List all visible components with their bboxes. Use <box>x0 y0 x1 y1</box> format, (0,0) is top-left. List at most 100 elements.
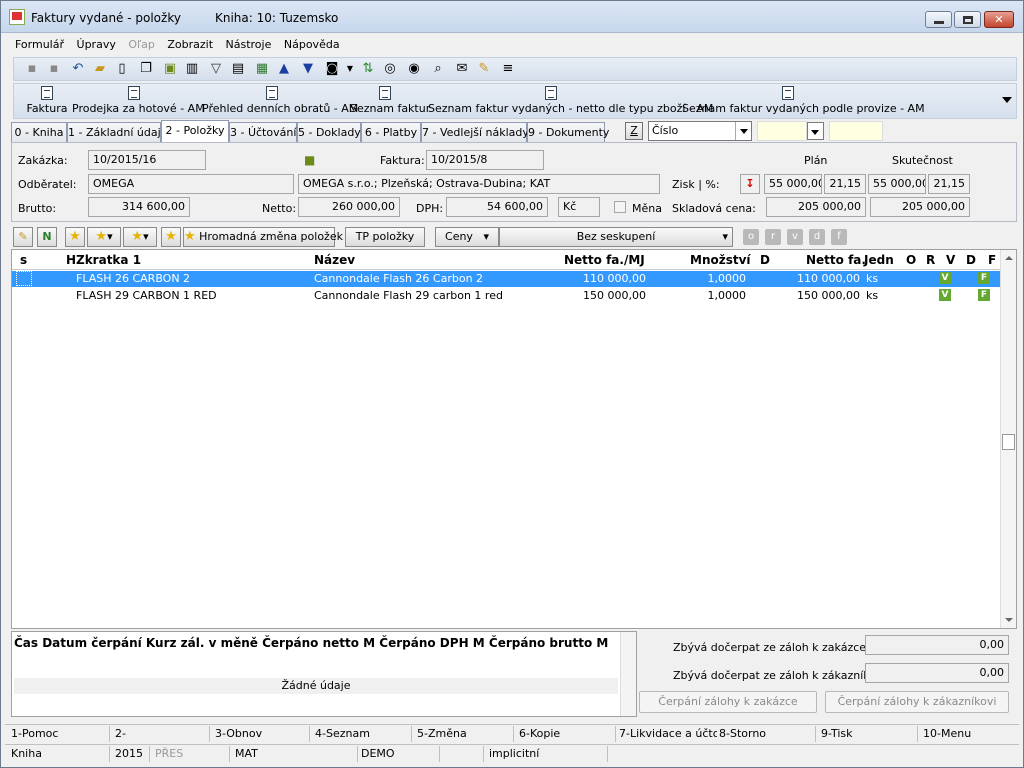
col-netto[interactable]: Netto fa. <box>806 253 866 267</box>
binoculars-icon[interactable]: ◎ <box>382 61 398 77</box>
filter-list-icon[interactable]: ▤ <box>230 61 246 77</box>
tab-polozky[interactable]: 2 - Položky <box>161 120 229 142</box>
menu-nastroje[interactable]: Nástroje <box>226 35 272 55</box>
arrow-up-icon[interactable]: ▲ <box>276 61 292 77</box>
col-v[interactable]: V <box>946 253 955 267</box>
search-input[interactable] <box>757 121 807 141</box>
menu-zobrazit[interactable]: Zobrazit <box>167 35 213 55</box>
edit-icon[interactable]: ✎ <box>13 227 33 247</box>
filter-icon[interactable]: ▽ <box>208 61 224 77</box>
save-icon[interactable]: ▪ <box>24 61 40 77</box>
scroll-down-icon[interactable] <box>1005 618 1013 622</box>
search-input-2[interactable] <box>829 121 883 141</box>
col-mnozstvi[interactable]: Množství <box>690 253 751 267</box>
col-s[interactable]: s <box>20 253 27 267</box>
chevron-down-icon[interactable]: ▼ <box>342 61 358 77</box>
odberatel-detail-field[interactable]: OMEGA s.r.o.; Plzeňská; Ostrava-Dubina; … <box>298 174 660 194</box>
report-provize[interactable]: Seznam faktur vydaných podle provize - A… <box>682 86 925 118</box>
col-f[interactable]: F <box>988 253 996 267</box>
tab-vedlejsi-naklady[interactable]: 7 - Vedlejší náklady <box>421 122 529 142</box>
star-delete-icon[interactable]: ★ <box>161 227 181 247</box>
search-dropdown[interactable] <box>807 122 824 140</box>
lock-icon[interactable]: ▣ <box>162 61 178 77</box>
bulk-change-button[interactable]: ★ Hromadná změna položek <box>183 227 343 247</box>
report-netto-typ-zbozi[interactable]: Seznam faktur vydaných - netto dle typu … <box>428 86 713 118</box>
tab-platby[interactable]: 6 - Platby <box>361 122 421 142</box>
table-row[interactable]: FLASH 26 CARBON 2 Cannondale Flash 26 Ca… <box>12 271 1002 287</box>
fkey-6[interactable]: 6-Kopie <box>519 727 560 740</box>
find-replace-icon[interactable]: ⌕ <box>430 61 446 77</box>
r-icon[interactable]: r <box>765 229 781 245</box>
f-icon[interactable]: f <box>831 229 847 245</box>
open-folder-icon[interactable]: ▰ <box>92 61 108 77</box>
sort-order-button[interactable]: Z <box>625 122 643 140</box>
fkey-2[interactable]: 2- <box>115 727 126 740</box>
cerpani-zakazka-button[interactable]: Čerpání zálohy k zakázce <box>639 691 817 713</box>
mena-checkbox[interactable] <box>614 201 626 213</box>
report-faktura[interactable]: Faktura <box>26 86 68 118</box>
maximize-button[interactable] <box>954 11 981 28</box>
odberatel-field[interactable]: OMEGA <box>88 174 294 194</box>
tab-dokumenty[interactable]: 9 - Dokumenty <box>527 122 609 142</box>
star-icon[interactable]: ★ <box>65 227 85 247</box>
menu-upravy[interactable]: Úpravy <box>77 35 116 55</box>
tp-items-button[interactable]: TP položky <box>345 227 425 247</box>
undo-icon[interactable]: ↶ <box>70 61 86 77</box>
zisk-toggle-icon[interactable]: ↧ <box>740 174 760 194</box>
tab-kniha[interactable]: 0 - Kniha <box>11 122 67 142</box>
col-netto-mj[interactable]: Netto fa./MJ <box>564 253 645 267</box>
prices-button[interactable]: Ceny ▾ <box>435 227 499 247</box>
arrow-down-icon[interactable]: ▼ <box>300 61 316 77</box>
camera-icon[interactable]: ◙ <box>324 61 340 77</box>
scroll-up-icon[interactable] <box>1005 256 1013 260</box>
menu-napoveda[interactable]: Nápověda <box>284 35 340 55</box>
zakazka-field[interactable]: 10/2015/16 <box>88 150 206 170</box>
book-icon[interactable]: ▥ <box>184 61 200 77</box>
col-jedn[interactable]: Jedn <box>864 253 894 267</box>
minimize-button[interactable] <box>925 11 952 28</box>
tab-zakladni-udaje[interactable]: 1 - Základní údaje <box>67 122 167 142</box>
close-button[interactable]: ✕ <box>984 11 1014 28</box>
report-prodejka[interactable]: Prodejka za hotové - AM <box>72 86 205 118</box>
copy-icon[interactable]: ❐ <box>138 61 154 77</box>
fkey-5[interactable]: 5-Změna <box>417 727 467 740</box>
col-nazev[interactable]: Název <box>314 253 355 267</box>
col-h[interactable]: H <box>66 253 76 267</box>
col-zkratka[interactable]: Zkratka 1 <box>76 253 141 267</box>
col-d2[interactable]: D <box>966 253 976 267</box>
new-item-icon[interactable]: N <box>37 227 57 247</box>
col-d[interactable]: D <box>760 253 770 267</box>
fkey-8[interactable]: 8-Storno <box>719 727 766 740</box>
mail-icon[interactable]: ✉ <box>454 61 470 77</box>
table-row[interactable]: FLASH 29 CARBON 1 RED Cannondale Flash 2… <box>12 288 1002 304</box>
menu-formular[interactable]: Formulář <box>15 35 64 55</box>
tab-doklady[interactable]: 5 - Doklady <box>297 122 361 142</box>
sort-field-select[interactable]: Číslo <box>648 121 752 141</box>
notes-icon[interactable]: ✎ <box>476 61 492 77</box>
new-document-icon[interactable]: ▯ <box>114 61 130 77</box>
faktura-field[interactable]: 10/2015/8 <box>426 150 544 170</box>
report-seznam-faktur[interactable]: Seznam faktur <box>350 86 430 118</box>
grid-scrollbar[interactable] <box>1000 250 1016 628</box>
binoculars-next-icon[interactable]: ◉ <box>406 61 422 77</box>
row-selector[interactable] <box>16 271 32 286</box>
stack-icon[interactable]: ▦ <box>254 61 270 77</box>
o-icon[interactable]: o <box>743 229 759 245</box>
report-prehled[interactable]: Přehled denních obratů - AM <box>202 86 358 118</box>
toolbar-overflow-icon[interactable] <box>1002 97 1012 103</box>
v-icon[interactable]: v <box>787 229 803 245</box>
fkey-4[interactable]: 4-Seznam <box>315 727 370 740</box>
d-icon[interactable]: d <box>809 229 825 245</box>
fkey-10[interactable]: 10-Menu <box>923 727 971 740</box>
menu-lines-icon[interactable]: ≡ <box>500 61 516 77</box>
tab-uctovani[interactable]: 3 - Účtování <box>229 122 297 142</box>
fkey-9[interactable]: 9-Tisk <box>821 727 853 740</box>
star-add-icon[interactable]: ★▾ <box>87 227 121 247</box>
col-r[interactable]: R <box>926 253 935 267</box>
fkey-3[interactable]: 3-Obnov <box>215 727 262 740</box>
grouping-select[interactable]: Bez seskupení ▾ <box>499 227 733 247</box>
col-o[interactable]: O <box>906 253 916 267</box>
star-edit-icon[interactable]: ★▾ <box>123 227 157 247</box>
sort-icon[interactable]: ⇅ <box>360 61 376 77</box>
cerpani-zakaznik-button[interactable]: Čerpání zálohy k zákazníkovi <box>825 691 1009 713</box>
